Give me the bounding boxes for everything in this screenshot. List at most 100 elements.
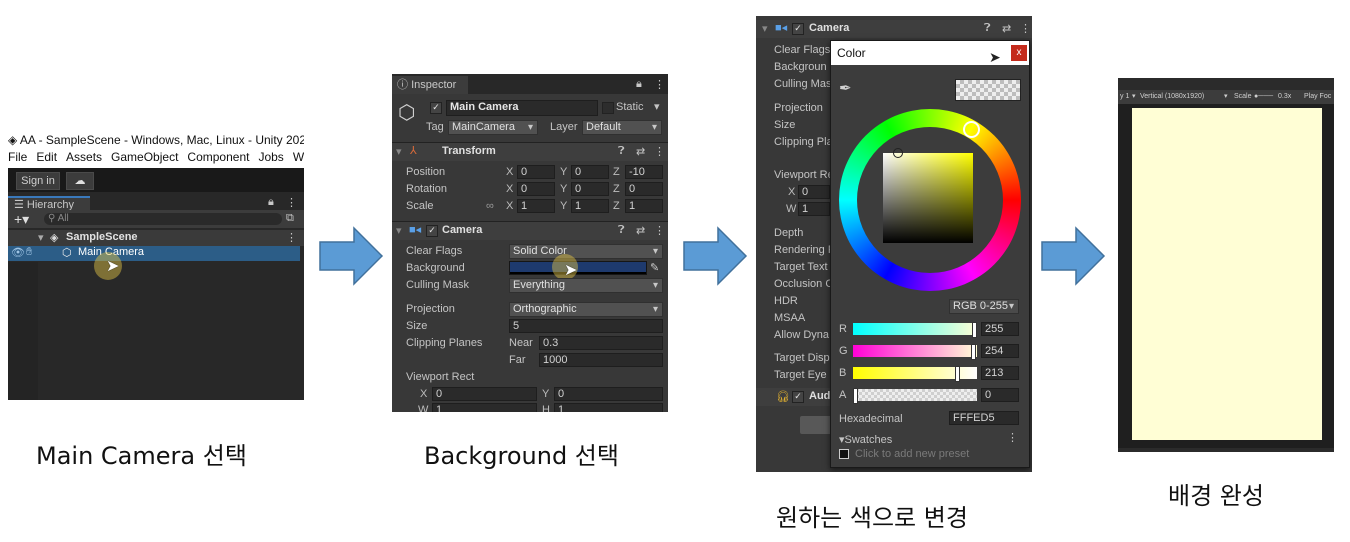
hue-handle[interactable] (963, 121, 980, 138)
position-x-field[interactable]: 0 (517, 165, 555, 179)
add-icon[interactable]: +▾ (14, 211, 29, 228)
rotation-y-field[interactable]: 0 (571, 182, 609, 196)
audio-listener-header[interactable]: 🎧︎ ✓ Aud (756, 388, 832, 406)
dropdown-arrow-icon[interactable]: ▾ (1132, 90, 1136, 104)
slider-handle[interactable] (971, 344, 976, 360)
position-z-field[interactable]: -10 (625, 165, 663, 179)
viewport-h-field[interactable]: 1 (554, 403, 663, 412)
help-icon[interactable]: ❓︎ (984, 22, 991, 35)
preset-icon[interactable]: ⇄ (636, 224, 645, 237)
camera-header[interactable]: ▾ ■◂ ✓ Camera ❓︎ ⇄ ⋮ (392, 221, 668, 240)
expand-arrow-icon[interactable]: ▾ (38, 231, 44, 244)
rotation-x-field[interactable]: 0 (517, 182, 555, 196)
component-menu-icon[interactable]: ⋮ (654, 224, 665, 237)
swatches-menu-icon[interactable]: ⋮ (1007, 431, 1018, 444)
foldout-arrow-icon[interactable]: ▾ (396, 145, 402, 158)
near-field[interactable]: 0.3 (539, 336, 663, 350)
filter-icon[interactable]: ⧉ (286, 212, 294, 225)
menu-jobs[interactable]: Jobs (258, 150, 283, 164)
menu-file[interactable]: File (8, 150, 27, 164)
static-dropdown-icon[interactable]: ▾ (654, 100, 660, 113)
viewport-w-field[interactable]: 1 (798, 202, 830, 216)
projection-dropdown[interactable]: Orthographic (509, 302, 663, 317)
pick-hand-icon[interactable]: ✋︎ (26, 246, 32, 259)
color-mode-dropdown[interactable]: RGB 0-255 (949, 299, 1019, 314)
scale-z-field[interactable]: 1 (625, 199, 663, 213)
viewport-x-field[interactable]: 0 (432, 387, 537, 401)
red-slider[interactable] (853, 322, 977, 338)
scale-y-field[interactable]: 1 (571, 199, 609, 213)
clear-flags-dropdown[interactable]: Solid Color (509, 244, 663, 259)
alpha-slider[interactable] (853, 388, 977, 404)
menu-gameobject[interactable]: GameObject (111, 150, 178, 164)
more-menu-icon[interactable]: ⋮ (654, 78, 665, 91)
component-menu-icon[interactable]: ⋮ (1020, 22, 1031, 35)
tag-dropdown[interactable]: MainCamera (448, 120, 538, 135)
scale-slider[interactable]: ●─── (1254, 90, 1273, 104)
cloud-icon[interactable]: ☁ (66, 172, 94, 190)
transform-header[interactable]: ▾ ⅄ Transform ❓︎ ⇄ ⋮ (392, 142, 668, 161)
culling-mask-dropdown[interactable]: Everything (509, 278, 663, 293)
camera-enabled-checkbox[interactable]: ✓ (792, 23, 804, 35)
component-menu-icon[interactable]: ⋮ (654, 145, 665, 158)
selected-row-main-camera[interactable]: 👁︎ ✋︎ ⬡ Main Camera (8, 246, 300, 261)
search-input[interactable]: ⚲ All (44, 213, 282, 225)
foldout-arrow-icon[interactable]: ▾ (396, 224, 402, 237)
lock-icon[interactable]: 🔒︎ (268, 196, 274, 209)
green-value-field[interactable]: 254 (981, 344, 1019, 358)
tab-hierarchy[interactable]: ☰ Hierarchy (8, 196, 90, 211)
dropdown-arrow-icon[interactable]: ▾ (1224, 90, 1228, 104)
scale-x-field[interactable]: 1 (517, 199, 555, 213)
eyedropper-icon[interactable]: ✎ (650, 261, 659, 274)
scene-row[interactable]: ▾ ◈ SampleScene ⋮ (8, 230, 304, 246)
close-button[interactable]: x (1011, 45, 1027, 61)
slider-handle[interactable] (853, 388, 858, 404)
eyedropper-icon[interactable]: ✒ (839, 79, 852, 97)
play-focused-dropdown[interactable]: Play Foc (1304, 90, 1331, 104)
sign-in-button[interactable]: Sign in (16, 172, 60, 190)
rotation-z-field[interactable]: 0 (625, 182, 663, 196)
viewport-w-field[interactable]: 1 (432, 403, 537, 412)
layer-dropdown[interactable]: Default (582, 120, 662, 135)
display-label[interactable]: y 1 (1120, 90, 1129, 104)
preset-icon[interactable]: ⇄ (636, 145, 645, 158)
menu-assets[interactable]: Assets (66, 150, 102, 164)
viewport-x-field[interactable]: 0 (798, 185, 830, 199)
add-component-button-partial[interactable] (800, 416, 832, 434)
tab-inspector[interactable]: ⓘ Inspector (392, 76, 468, 94)
hex-value-field[interactable]: FFFED5 (949, 411, 1019, 425)
position-y-field[interactable]: 0 (571, 165, 609, 179)
slider-handle[interactable] (955, 366, 960, 382)
audio-enabled-checkbox[interactable]: ✓ (792, 391, 804, 403)
sv-handle[interactable] (893, 148, 903, 158)
active-checkbox[interactable]: ✓ (430, 102, 442, 114)
lock-icon[interactable]: 🔒︎ (636, 78, 642, 91)
menu-component[interactable]: Component (187, 150, 249, 164)
size-field[interactable]: 5 (509, 319, 663, 333)
visibility-eye-icon[interactable]: 👁︎ (11, 246, 25, 259)
scene-menu-icon[interactable]: ⋮ (286, 231, 297, 244)
preset-icon[interactable]: ⇄ (1002, 22, 1011, 35)
red-value-field[interactable]: 255 (981, 322, 1019, 336)
swatches-header[interactable]: ▾Swatches (839, 433, 892, 446)
static-checkbox[interactable] (602, 102, 614, 114)
alpha-value-field[interactable]: 0 (981, 388, 1019, 402)
menu-window[interactable]: Wi (293, 150, 304, 164)
camera-header[interactable]: ▾ ■◂ ✓ Camera ❓︎ ⇄ ⋮ (756, 20, 1032, 38)
blue-value-field[interactable]: 213 (981, 366, 1019, 380)
more-menu-icon[interactable]: ⋮ (286, 196, 297, 209)
blue-slider[interactable] (853, 366, 977, 382)
green-slider[interactable] (853, 344, 977, 360)
foldout-arrow-icon[interactable]: ▾ (762, 22, 768, 35)
background-color-swatch[interactable] (509, 261, 647, 275)
resolution-dropdown[interactable]: Vertical (1080x1920) (1140, 90, 1204, 104)
slider-handle[interactable] (972, 322, 977, 338)
saturation-value-square[interactable] (883, 153, 973, 243)
help-icon[interactable]: ❓︎ (618, 224, 625, 237)
viewport-y-field[interactable]: 0 (554, 387, 663, 401)
object-name-field[interactable]: Main Camera (446, 100, 598, 116)
preset-swatch-icon[interactable] (839, 449, 849, 459)
camera-enabled-checkbox[interactable]: ✓ (426, 225, 438, 237)
link-icon[interactable]: ∞ (486, 200, 494, 212)
menu-edit[interactable]: Edit (36, 150, 57, 164)
